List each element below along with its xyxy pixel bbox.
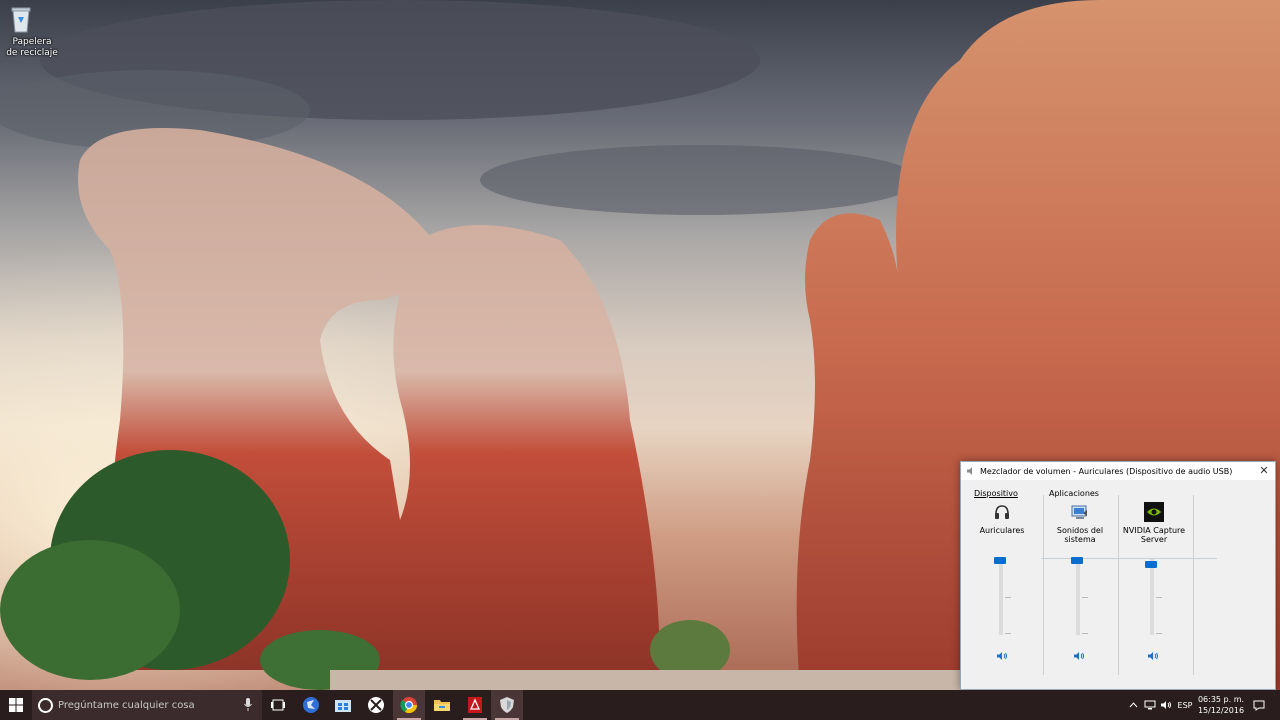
channel-headphones: Auriculares: [965, 502, 1039, 546]
taskbar-app-file-explorer[interactable]: [426, 690, 458, 720]
xbox-icon: [368, 697, 384, 713]
slider-tick: [1082, 597, 1088, 598]
channel-system-sounds: Sonidos del sistema: [1043, 502, 1117, 546]
cortana-icon: [38, 697, 53, 713]
desktop-icon-label: Papelera de reciclaje: [6, 37, 58, 58]
nvidia-icon: [1144, 502, 1164, 522]
slider-track: [1076, 559, 1080, 635]
peak-meter-line: [1041, 558, 1217, 559]
mixer-titlebar[interactable]: Mezclador de volumen - Auriculares (Disp…: [961, 462, 1275, 480]
taskbar: Pregúntame cualquier cosa ESP 06:35 p. m…: [0, 690, 1280, 720]
channel-label: Sonidos del sistema: [1056, 526, 1104, 544]
recycle-bin-icon: [11, 4, 47, 34]
taskbar-app-shield[interactable]: [491, 690, 523, 720]
clock-date: 15/12/2016: [1197, 706, 1245, 715]
volume-tray-button[interactable]: [1158, 690, 1174, 720]
channel-label: NVIDIA Capture Server: [1122, 526, 1186, 544]
mute-button-headphones[interactable]: [996, 651, 1008, 661]
show-hidden-icons-button[interactable]: [1126, 690, 1140, 720]
file-explorer-icon: [434, 700, 450, 711]
desktop-icon-recycle-bin[interactable]: Papelera de reciclaje: [6, 4, 58, 59]
slider-track: [999, 559, 1003, 635]
volume-slider-headphones[interactable]: [994, 557, 1011, 637]
network-tray-button[interactable]: [1142, 690, 1158, 720]
input-language-indicator[interactable]: ESP: [1174, 690, 1196, 720]
mixer-title: Mezclador de volumen - Auriculares (Disp…: [980, 466, 1233, 476]
chrome-icon: [400, 697, 418, 714]
slider-thumb[interactable]: [1071, 557, 1083, 564]
slider-track: [1150, 559, 1154, 635]
volume-slider-system-sounds[interactable]: [1071, 557, 1088, 637]
slider-tick: [1156, 597, 1162, 598]
slider-thumb[interactable]: [994, 557, 1006, 564]
taskbar-app-browser[interactable]: [295, 690, 327, 720]
volume-icon: [1161, 701, 1171, 709]
applications-group-label: Aplicaciones: [1049, 489, 1099, 498]
task-view-icon: [271, 699, 285, 711]
mute-button-nvidia[interactable]: [1147, 651, 1159, 661]
taskbar-app-red[interactable]: [459, 690, 491, 720]
globe-browser-icon: [303, 697, 319, 713]
clock-time: 06:35 p. m.: [1197, 695, 1245, 704]
slider-tick: [1005, 633, 1011, 634]
volume-slider-nvidia[interactable]: [1145, 557, 1162, 637]
mute-button-system-sounds[interactable]: [1073, 651, 1085, 661]
red-app-icon: [468, 697, 482, 713]
close-button[interactable]: ✕: [1257, 464, 1271, 478]
channel-label: Auriculares: [979, 526, 1025, 535]
slider-tick: [1156, 633, 1162, 634]
clock[interactable]: 06:35 p. m. 15/12/2016: [1196, 694, 1246, 716]
start-button[interactable]: [0, 690, 32, 720]
network-icon: [1144, 700, 1156, 710]
cortana-search-box[interactable]: Pregúntame cualquier cosa: [32, 690, 262, 720]
headphones-icon: [992, 502, 1012, 522]
chevron-up-icon: [1129, 702, 1137, 708]
slider-tick: [1082, 633, 1088, 634]
taskbar-app-xbox[interactable]: [360, 690, 392, 720]
search-placeholder: Pregúntame cualquier cosa: [58, 699, 195, 711]
windows-logo-icon: [9, 698, 23, 712]
taskbar-app-chrome[interactable]: [393, 690, 425, 720]
system-sounds-icon: [1070, 502, 1090, 522]
speaker-icon: [967, 467, 972, 475]
volume-mixer-window[interactable]: Mezclador de volumen - Auriculares (Disp…: [960, 461, 1276, 690]
notification-icon: [1253, 700, 1265, 711]
channel-nvidia: NVIDIA Capture Server: [1117, 502, 1191, 546]
microphone-icon[interactable]: [244, 698, 252, 712]
slider-thumb[interactable]: [1145, 561, 1157, 568]
slider-tick: [1005, 597, 1011, 598]
shield-app-icon: [500, 697, 514, 713]
channel-divider: [1193, 495, 1194, 675]
taskbar-app-store[interactable]: [327, 690, 359, 720]
task-view-button[interactable]: [262, 690, 294, 720]
action-center-button[interactable]: [1250, 690, 1268, 720]
device-group-label: Dispositivo: [974, 489, 1018, 498]
store-icon: [335, 700, 351, 712]
